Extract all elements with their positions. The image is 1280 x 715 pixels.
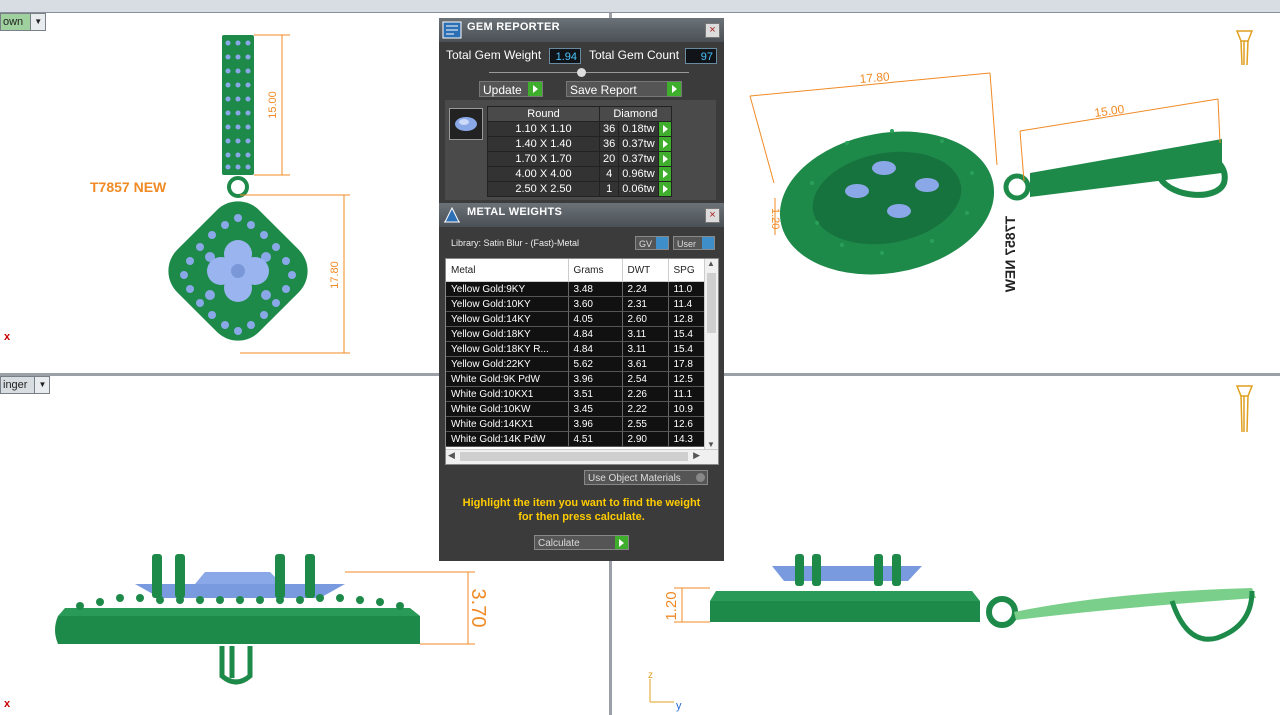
- play-icon[interactable]: [657, 151, 672, 167]
- gem-row[interactable]: 1.10 X 1.10 36 0.18tw: [487, 121, 672, 137]
- gem-reporter-titlebar[interactable]: GEM REPORTER ×: [439, 18, 724, 42]
- chevron-down-icon[interactable]: ▼: [34, 377, 50, 393]
- library-label: Library: Satin Blur - (Fast)-Metal: [451, 238, 580, 248]
- table-row[interactable]: Yellow Gold:9KY 3.48 2.24 11.0: [446, 281, 705, 297]
- chevron-up-icon[interactable]: ▲: [707, 259, 715, 268]
- right-base: [710, 601, 980, 622]
- perspective-width-label: 17.80: [859, 69, 890, 86]
- calculate-button[interactable]: Calculate: [534, 535, 629, 550]
- slider-track[interactable]: [489, 72, 689, 73]
- table-row[interactable]: Yellow Gold:18KY R... 4.84 3.11 15.4: [446, 341, 705, 357]
- axis-z-label: z: [648, 670, 653, 681]
- gem-row[interactable]: 1.40 X 1.40 36 0.37tw: [487, 136, 672, 152]
- dimension-bail-label: 15.00: [267, 91, 279, 119]
- column-header-spg[interactable]: SPG: [668, 259, 705, 282]
- play-icon: [667, 82, 681, 96]
- play-icon[interactable]: [657, 166, 672, 182]
- vertical-scrollbar[interactable]: ▲ ▼: [704, 259, 718, 449]
- total-gem-weight-value: 1.94: [549, 48, 581, 64]
- gem-row[interactable]: 2.50 X 2.50 1 0.06tw: [487, 181, 672, 197]
- chevron-left-icon[interactable]: ◀: [448, 450, 455, 461]
- close-icon[interactable]: ×: [705, 23, 720, 38]
- metal-weights-titlebar[interactable]: METAL WEIGHTS ×: [439, 203, 724, 227]
- calculate-hint: Highlight the item you want to find the …: [462, 497, 701, 523]
- right-jump-ring: [986, 596, 1018, 628]
- gv-toggle[interactable]: GV: [635, 236, 669, 250]
- side-base: [55, 616, 420, 644]
- mirrored-model-name: T7857 NEW: [1002, 216, 1018, 293]
- top-toolbar-strip: [0, 0, 1280, 13]
- view-cube-icon: [1235, 30, 1254, 66]
- table-row[interactable]: White Gold:10KW 3.45 2.22 10.9: [446, 401, 705, 417]
- red-axis-marker: x: [4, 331, 11, 343]
- side-bail: [219, 646, 253, 685]
- dimension-height-label: 17.80: [329, 261, 341, 289]
- table-row[interactable]: Yellow Gold:18KY 4.84 3.11 15.4: [446, 326, 705, 342]
- gem-reporter-title: GEM REPORTER: [467, 21, 560, 33]
- table-row[interactable]: Yellow Gold:22KY 5.62 3.61 17.8: [446, 356, 705, 372]
- metal-weights-icon: [444, 206, 460, 223]
- perspective-small-label: 1.20: [769, 208, 781, 229]
- viewport-label-front[interactable]: own ▼: [0, 13, 47, 31]
- right-height-label: 1.20: [663, 591, 680, 620]
- model-name-label: T7857 NEW: [90, 179, 167, 195]
- column-header-metal[interactable]: Metal: [446, 259, 569, 282]
- round-gem-icon[interactable]: [449, 108, 483, 140]
- table-row[interactable]: Yellow Gold:10KY 3.60 2.31 11.4: [446, 296, 705, 312]
- side-height-label: 3.70: [467, 589, 489, 628]
- metal-table: Metal Grams DWT SPG Yellow Gold:9KY 3.48 2…: [446, 259, 705, 447]
- table-row[interactable]: White Gold:9K PdW 3.96 2.54 12.5: [446, 371, 705, 387]
- total-gem-count-label: Total Gem Count: [589, 48, 680, 62]
- gem-row[interactable]: 1.70 X 1.70 20 0.37tw: [487, 151, 672, 167]
- horizontal-scrollbar[interactable]: ◀ ▶: [446, 449, 718, 464]
- chevron-down-icon[interactable]: ▼: [707, 440, 715, 449]
- chevron-right-icon[interactable]: ▶: [693, 450, 700, 461]
- metal-weights-title: METAL WEIGHTS: [467, 206, 563, 218]
- gem-row[interactable]: 4.00 X 4.00 4 0.96tw: [487, 166, 672, 182]
- metal-table-container[interactable]: Metal Grams DWT SPG Yellow Gold:9KY 3.48 2…: [445, 258, 719, 465]
- total-gem-weight-label: Total Gem Weight: [446, 48, 542, 62]
- view-cube-icon: [1235, 385, 1254, 433]
- axis-y-label: y: [676, 700, 682, 712]
- table-row[interactable]: White Gold:14K PdW 4.51 2.90 14.3: [446, 431, 705, 447]
- play-icon: [528, 82, 542, 96]
- play-icon: [615, 536, 628, 549]
- right-bail: [1014, 588, 1256, 620]
- play-icon[interactable]: [657, 136, 672, 152]
- viewport-label-side[interactable]: inger ▼: [0, 376, 51, 394]
- bail-perspective: [1030, 139, 1222, 197]
- red-axis-marker: x: [4, 698, 11, 710]
- gem-report-icon: [442, 21, 462, 39]
- use-object-materials-toggle[interactable]: Use Object Materials: [584, 470, 708, 485]
- table-row[interactable]: White Gold:14KX1 3.96 2.55 12.6: [446, 416, 705, 432]
- slider-handle[interactable]: [577, 68, 586, 77]
- jump-ring: [227, 176, 249, 198]
- column-header-grams[interactable]: Grams: [568, 259, 623, 282]
- perspective-bail-label: 15.00: [1093, 102, 1125, 120]
- column-header-dwt[interactable]: DWT: [622, 259, 669, 282]
- user-toggle[interactable]: User: [673, 236, 715, 250]
- radio-icon: [696, 473, 705, 482]
- table-row[interactable]: White Gold:10KX1 3.51 2.26 11.1: [446, 386, 705, 402]
- play-icon[interactable]: [657, 181, 672, 197]
- table-row[interactable]: Yellow Gold:14KY 4.05 2.60 12.8: [446, 311, 705, 327]
- total-gem-count-value: 97: [685, 48, 717, 64]
- save-report-button[interactable]: Save Report: [566, 81, 682, 97]
- gem-list-area: Round Diamond 1.10 X 1.10 36 0.18tw 1.40 X …: [445, 100, 716, 200]
- chevron-down-icon[interactable]: ▼: [30, 14, 46, 30]
- axis-indicator: [649, 679, 674, 703]
- play-icon[interactable]: [657, 121, 672, 137]
- gem-reporter-panel: GEM REPORTER × Total Gem Weight 1.94 Tot…: [439, 18, 724, 561]
- update-button[interactable]: Update: [479, 81, 543, 97]
- gem-table: Round Diamond 1.10 X 1.10 36 0.18tw 1.40 X …: [487, 106, 672, 197]
- close-icon[interactable]: ×: [705, 208, 720, 223]
